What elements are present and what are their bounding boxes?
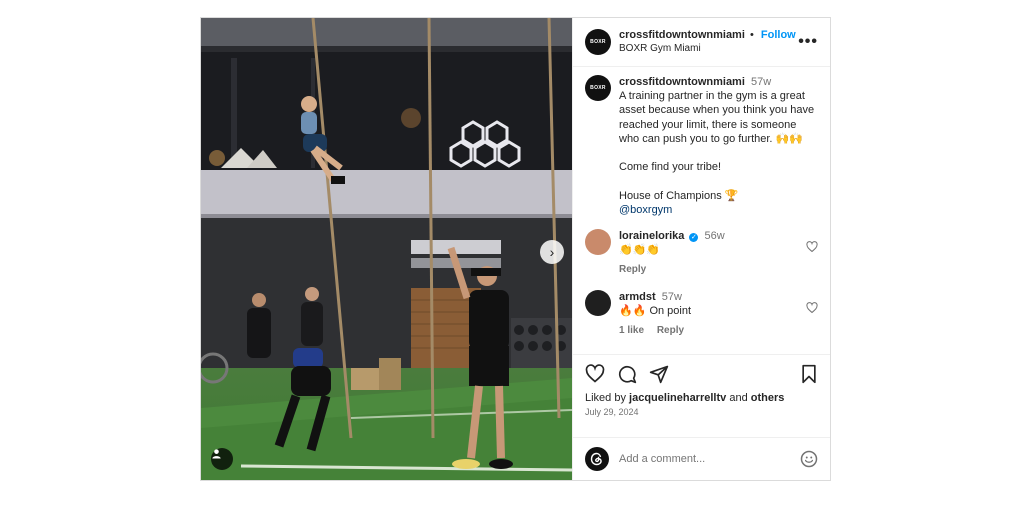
instagram-post: › BOXR crossfitdowntownmiami • Follow BO…: [200, 17, 831, 481]
comment-meta: 1 like Reply: [619, 324, 800, 338]
caption-time[interactable]: 57w: [751, 76, 771, 88]
author-avatar[interactable]: BOXR: [585, 29, 611, 55]
comment-username[interactable]: armdst: [619, 291, 656, 303]
separator-dot: •: [749, 29, 754, 41]
verified-badge-icon: ✓: [689, 233, 699, 243]
follow-button[interactable]: Follow: [761, 29, 796, 41]
more-icon[interactable]: •••: [798, 33, 818, 51]
caption: BOXR crossfitdowntownmiami 57w A trainin…: [585, 75, 818, 217]
like-button[interactable]: [585, 363, 605, 384]
caption-text: A training partner in the gym is a great…: [619, 90, 815, 202]
action-bar: [573, 354, 830, 392]
comment-text: 🔥🔥 On point: [619, 304, 692, 317]
comment-icon: [618, 365, 637, 383]
comment-body: lorainelorika ✓ 56w 👏👏👏 Reply: [619, 229, 800, 278]
comment-input[interactable]: [619, 453, 800, 465]
post-photo[interactable]: ›: [201, 18, 572, 480]
comment-composer: [573, 437, 830, 480]
comment-button[interactable]: [617, 364, 637, 384]
comments-section: BOXR crossfitdowntownmiami 57w A trainin…: [573, 67, 830, 354]
reply-button[interactable]: Reply: [619, 264, 646, 275]
comment-item: armdst 57w 🔥🔥 On point 1 like Reply: [585, 289, 818, 339]
comment-time[interactable]: 57w: [662, 291, 682, 303]
tagged-users-button[interactable]: [211, 448, 233, 470]
heart-icon[interactable]: [806, 301, 818, 314]
comment-text: 👏👏👏: [619, 244, 661, 257]
save-button[interactable]: [800, 364, 818, 384]
avatar-logo-text: BOXR: [590, 85, 606, 91]
caption-avatar[interactable]: BOXR: [585, 75, 611, 101]
share-button[interactable]: [649, 364, 669, 384]
bookmark-icon: [802, 364, 816, 383]
caption-mention[interactable]: @boxrgym: [619, 203, 818, 217]
user-tag-icon: [212, 449, 221, 459]
commenter-avatar[interactable]: [585, 289, 611, 316]
gym-photo-illustration: [201, 18, 572, 480]
likes-summary: Liked by jacquelineharrelltv and others: [573, 392, 830, 405]
author-info: crossfitdowntownmiami • Follow BOXR Gym …: [619, 28, 798, 56]
comment-meta: Reply: [619, 263, 800, 277]
author-username[interactable]: crossfitdowntownmiami: [619, 29, 745, 41]
threads-logo-icon: [590, 452, 602, 466]
liked-by-others[interactable]: others: [751, 392, 785, 404]
comment-body: armdst 57w 🔥🔥 On point 1 like Reply: [619, 290, 800, 339]
likes-middle: and: [729, 392, 748, 404]
likes-count[interactable]: 1 like: [619, 325, 644, 336]
caption-username[interactable]: crossfitdowntownmiami: [619, 76, 745, 88]
heart-icon: [585, 363, 605, 383]
post-date[interactable]: July 29, 2024: [573, 405, 830, 437]
comment-item: lorainelorika ✓ 56w 👏👏👏 Reply: [585, 229, 818, 278]
share-icon: [649, 365, 669, 383]
next-photo-button[interactable]: ›: [540, 240, 564, 264]
caption-body: crossfitdowntownmiami 57w A training par…: [619, 75, 818, 217]
reply-button[interactable]: Reply: [657, 325, 684, 336]
current-user-avatar[interactable]: [585, 447, 609, 471]
author-row: crossfitdowntownmiami • Follow: [619, 28, 798, 42]
commenter-avatar[interactable]: [585, 229, 611, 256]
comment-time[interactable]: 56w: [705, 230, 725, 242]
post-side-panel: BOXR crossfitdowntownmiami • Follow BOXR…: [572, 18, 830, 480]
liked-by-user[interactable]: jacquelineharrelltv: [629, 392, 726, 404]
smiley-icon[interactable]: [800, 450, 818, 468]
comment-username[interactable]: lorainelorika: [619, 230, 684, 242]
heart-icon[interactable]: [806, 241, 818, 253]
post-location[interactable]: BOXR Gym Miami: [619, 42, 798, 56]
chevron-right-icon: ›: [549, 244, 555, 260]
avatar-logo-text: BOXR: [590, 39, 606, 45]
post-header: BOXR crossfitdowntownmiami • Follow BOXR…: [573, 18, 830, 67]
likes-prefix: Liked by: [585, 392, 626, 404]
